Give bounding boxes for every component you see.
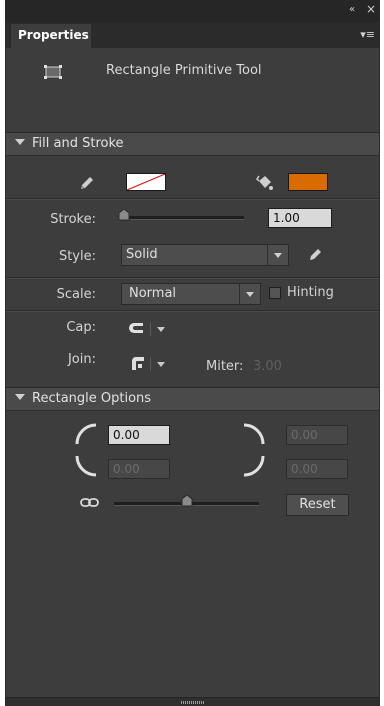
properties-panel: « × Properties ▾≡ Rectangle Primitive To… [5, 0, 380, 706]
cap-label: Cap: [66, 320, 96, 335]
cap-round-icon[interactable] [128, 321, 144, 335]
link-icon[interactable] [80, 496, 100, 510]
top-left-radius-input[interactable]: 0.00 [108, 425, 170, 445]
divider [6, 198, 379, 200]
pencil-icon [81, 177, 93, 189]
corner-radius-slider-thumb[interactable] [181, 495, 193, 507]
stroke-color-swatch[interactable] [126, 173, 166, 191]
fill-stroke-header[interactable]: Fill and Stroke [6, 132, 379, 156]
join-chevron-down-icon[interactable] [157, 362, 165, 367]
paint-bucket-icon [256, 175, 273, 190]
bottom-right-radius-input[interactable]: 0.00 [286, 459, 348, 479]
stroke-slider-thumb[interactable] [118, 209, 130, 221]
scale-value: Normal [129, 286, 177, 301]
chevron-down-icon [239, 284, 260, 304]
join-round-icon[interactable] [129, 355, 145, 371]
no-color-slash-icon [127, 174, 165, 190]
expand-triangle-icon [15, 139, 25, 145]
rectangle-options-header[interactable]: Rectangle Options [6, 387, 379, 411]
hinting-label: Hinting [287, 285, 334, 300]
rectangle-options-title: Rectangle Options [32, 391, 152, 406]
join-label: Join: [67, 352, 96, 367]
separator [150, 322, 151, 336]
chevron-down-icon [267, 245, 288, 265]
tool-name: Rectangle Primitive Tool [106, 63, 262, 78]
hinting-checkbox[interactable] [269, 287, 281, 299]
stroke-label: Stroke: [50, 212, 96, 227]
tab-properties[interactable]: Properties [11, 24, 91, 48]
reset-button[interactable]: Reset [286, 494, 349, 516]
scale-dropdown[interactable]: Normal [121, 283, 261, 305]
resize-grip-icon[interactable] [181, 701, 205, 704]
style-dropdown[interactable]: Solid [121, 244, 289, 266]
scale-label: Scale: [56, 287, 96, 302]
tool-info: Rectangle Primitive Tool [6, 48, 379, 130]
close-icon[interactable]: × [366, 3, 376, 15]
fill-color-swatch[interactable] [288, 173, 328, 191]
panel-titlebar: « × [6, 0, 379, 22]
style-value: Solid [126, 247, 158, 262]
divider [6, 277, 379, 279]
miter-label: Miter: [206, 359, 244, 374]
panel-menu-icon[interactable]: ▾≡ [360, 28, 375, 41]
rectangle-primitive-icon [44, 65, 62, 79]
separator [150, 357, 151, 371]
fill-stroke-title: Fill and Stroke [32, 136, 124, 151]
divider [6, 310, 379, 312]
stroke-width-input[interactable]: 1.00 [268, 208, 332, 228]
style-label: Style: [58, 249, 96, 264]
cap-chevron-down-icon[interactable] [157, 327, 165, 332]
edit-style-pencil-icon[interactable] [308, 246, 324, 262]
bottom-left-corner-icon [75, 455, 97, 477]
top-right-radius-input[interactable]: 0.00 [286, 425, 348, 445]
expand-triangle-icon [15, 394, 25, 400]
tab-bar: Properties ▾≡ [6, 22, 379, 48]
top-left-corner-icon [75, 423, 97, 445]
miter-value[interactable]: 3.00 [253, 359, 282, 374]
top-right-corner-icon [243, 423, 265, 445]
collapse-icon[interactable]: « [349, 4, 355, 16]
bottom-right-corner-icon [243, 455, 265, 477]
bottom-left-radius-input[interactable]: 0.00 [108, 459, 170, 479]
stroke-slider-track[interactable] [124, 216, 244, 220]
